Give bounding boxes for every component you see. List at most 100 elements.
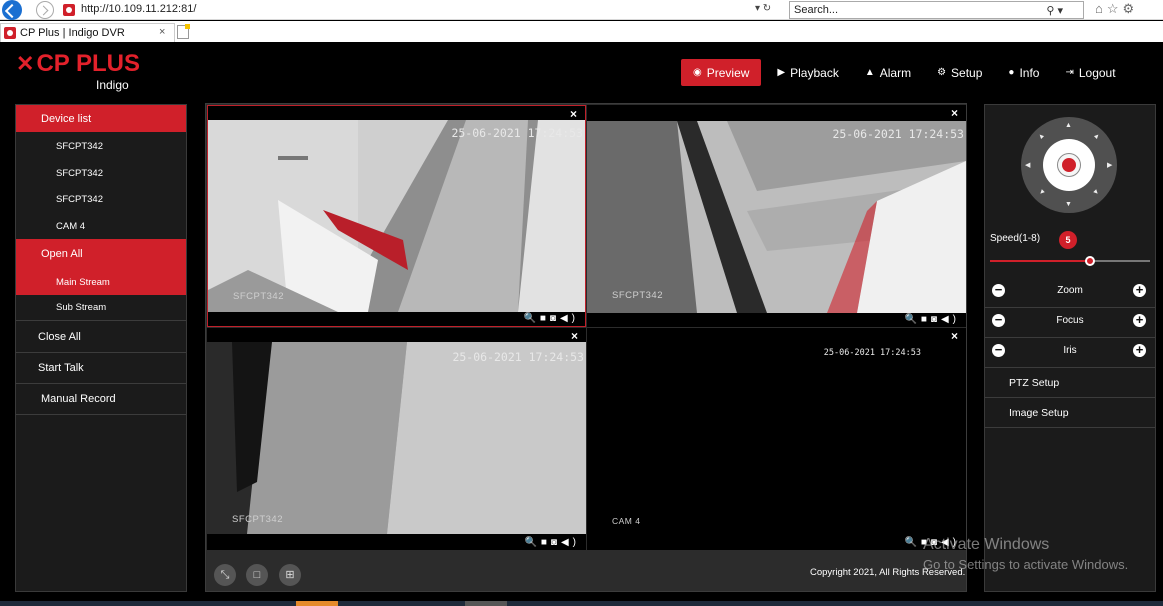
back-button[interactable] — [2, 0, 22, 20]
device-item[interactable]: SFCPT342 — [16, 186, 186, 212]
main-stream-button[interactable]: Main Stream — [16, 269, 186, 295]
pane-toolbar[interactable]: 🔍■◙◀) — [904, 314, 960, 325]
forward-button[interactable] — [36, 1, 54, 19]
speed-value-badge: 5 — [1059, 231, 1077, 249]
device-list-header[interactable]: Device list — [16, 105, 186, 132]
eye-icon: ◉ — [693, 67, 702, 78]
sub-stream-button[interactable]: Sub Stream — [16, 295, 186, 321]
ptz-setup-button[interactable]: PTZ Setup — [985, 368, 1155, 398]
pane-toolbar[interactable]: 🔍■◙◀) — [523, 313, 579, 324]
pane-timestamp: 25-06-2021 17:24:53 — [823, 348, 921, 358]
taskbar — [0, 601, 1163, 606]
site-favicon-icon — [63, 4, 75, 16]
close-all-button[interactable]: Close All — [16, 322, 186, 353]
activate-windows-watermark: Activate Windows — [923, 536, 1050, 553]
speed-slider[interactable] — [990, 256, 1150, 266]
nav-preview[interactable]: ◉ Preview — [681, 59, 762, 86]
arrow-up-left-icon[interactable]: ▲ — [1037, 132, 1047, 142]
arrow-up-icon[interactable]: ▲ — [1065, 122, 1072, 129]
nav-label: Logout — [1078, 65, 1116, 80]
fullscreen-button[interactable]: ⤡ — [214, 564, 236, 586]
pane-camera-name: SFCPT342 — [233, 291, 284, 302]
device-item[interactable]: CAM 4 — [16, 213, 186, 239]
video-grid: × 25-06-2021 17:24:53 SFCPT342 🔍■◙◀) × 2… — [205, 103, 967, 592]
play-icon: ▶ — [777, 67, 786, 78]
nav-label: Alarm — [879, 65, 912, 80]
open-all-button[interactable]: Open All — [16, 239, 186, 269]
nav-info[interactable]: ● Info — [998, 59, 1049, 86]
nav-logout[interactable]: ⇥ Logout — [1055, 59, 1125, 86]
close-pane-icon[interactable]: × — [951, 106, 958, 120]
refresh-icon[interactable]: ▾ ↻ — [755, 3, 771, 14]
arrow-left-icon[interactable]: ◀ — [1025, 161, 1030, 169]
browser-toolbar-icons[interactable]: ⌂☆⚙ — [1095, 1, 1138, 17]
zoom-label: Zoom — [1057, 285, 1083, 296]
pane-timestamp: 25-06-2021 17:24:53 — [451, 126, 583, 140]
bell-icon: ▲ — [864, 67, 875, 78]
video-pane-1[interactable]: × 25-06-2021 17:24:53 SFCPT342 🔍■◙◀) — [207, 105, 586, 327]
zoom-in-icon[interactable]: + — [1133, 283, 1146, 297]
nav-setup[interactable]: ⚙ Setup — [927, 59, 992, 86]
nav-label: Preview — [706, 65, 750, 80]
device-item[interactable]: SFCPT342 — [16, 160, 186, 186]
ptz-panel: ▲ ▼ ◀ ▶ ▲ ▲ ▼ ▼ Speed(1-8) 5 − Zoom + − … — [984, 104, 1156, 592]
start-talk-button[interactable]: Start Talk — [16, 353, 186, 384]
arrow-down-icon[interactable]: ▼ — [1065, 201, 1072, 208]
focus-control: − Focus + — [985, 308, 1155, 338]
pane-timestamp: 25-06-2021 17:24:53 — [832, 127, 964, 141]
close-pane-icon[interactable]: × — [570, 107, 577, 121]
browser-tab[interactable]: CP Plus | Indigo DVR × — [0, 23, 175, 42]
focus-label: Focus — [1056, 315, 1084, 326]
tab-close-icon[interactable]: × — [159, 26, 165, 38]
arrow-down-left-icon[interactable]: ▼ — [1037, 188, 1047, 198]
close-pane-icon[interactable]: × — [571, 329, 578, 343]
pane-timestamp: 25-06-2021 17:24:53 — [452, 350, 584, 364]
record-dot-icon — [1058, 154, 1080, 176]
search-icon[interactable]: ⚲ ▾ — [1046, 4, 1063, 17]
info-icon: ● — [1008, 67, 1015, 78]
new-tab-button[interactable] — [177, 24, 190, 39]
arrow-down-right-icon[interactable]: ▼ — [1092, 188, 1102, 198]
activate-windows-hint: Go to Settings to activate Windows. — [923, 557, 1129, 572]
pane-camera-name: CAM 4 — [612, 516, 641, 526]
tab-favicon-icon — [4, 27, 16, 39]
logo-subtitle: Indigo — [96, 78, 129, 92]
logo-x-icon: ✕ — [16, 51, 35, 76]
quad-view-button[interactable]: ⊞ — [279, 564, 301, 586]
taskbar-app-1[interactable] — [296, 601, 338, 606]
camera-feed-3 — [207, 342, 586, 534]
nav-label: Info — [1019, 65, 1040, 80]
video-pane-2[interactable]: × 25-06-2021 17:24:53 SFCPT342 🔍■◙◀) — [587, 105, 966, 327]
speed-label: Speed(1-8) — [990, 233, 1041, 244]
arrow-right-icon[interactable]: ▶ — [1107, 161, 1112, 169]
video-pane-4[interactable]: × 25-06-2021 17:24:53 CAM 4 🔍■◙◀) — [587, 328, 966, 550]
browser-search-box[interactable]: ⚲ ▾ — [789, 1, 1084, 19]
speed-slider-thumb[interactable] — [1085, 256, 1095, 266]
browser-search-input[interactable] — [790, 2, 1020, 18]
close-pane-icon[interactable]: × — [951, 329, 958, 343]
video-pane-3[interactable]: × 25-06-2021 17:24:53 SFCPT342 🔍■◙◀) — [207, 328, 586, 550]
logo-text: CP PLUS — [36, 50, 141, 77]
focus-plus-icon[interactable]: + — [1133, 313, 1146, 327]
iris-control: − Iris + — [985, 338, 1155, 368]
pane-camera-name: SFCPT342 — [612, 290, 663, 301]
image-setup-button[interactable]: Image Setup — [985, 398, 1155, 428]
taskbar-app-2[interactable] — [465, 601, 507, 606]
manual-record-button[interactable]: Manual Record — [16, 384, 186, 415]
nav-alarm[interactable]: ▲ Alarm — [855, 59, 921, 86]
device-item[interactable]: SFCPT342 — [16, 133, 186, 159]
nav-label: Playback — [790, 65, 839, 80]
cp-plus-logo: ✕CP PLUS — [16, 52, 140, 76]
grid-footer: ⤡ □ ⊞ Copyright 2021, All Rights Reserve… — [206, 554, 966, 592]
browser-address-bar: http://10.109.11.212:81/ ▾ ↻ ⚲ ▾ ⌂☆⚙ — [0, 0, 1163, 20]
ptz-joystick[interactable]: ▲ ▼ ◀ ▶ ▲ ▲ ▼ ▼ — [1021, 117, 1117, 213]
url-field[interactable]: http://10.109.11.212:81/ — [81, 3, 196, 15]
nav-playback[interactable]: ▶ Playback — [767, 59, 848, 86]
joystick-center[interactable] — [1043, 139, 1095, 191]
arrow-up-right-icon[interactable]: ▲ — [1092, 132, 1102, 142]
iris-plus-icon[interactable]: + — [1133, 343, 1146, 357]
single-view-button[interactable]: □ — [246, 564, 268, 586]
pane-toolbar[interactable]: 🔍■◙◀) — [524, 537, 580, 548]
logout-icon: ⇥ — [1065, 67, 1074, 78]
camera-feed-2 — [587, 121, 966, 313]
